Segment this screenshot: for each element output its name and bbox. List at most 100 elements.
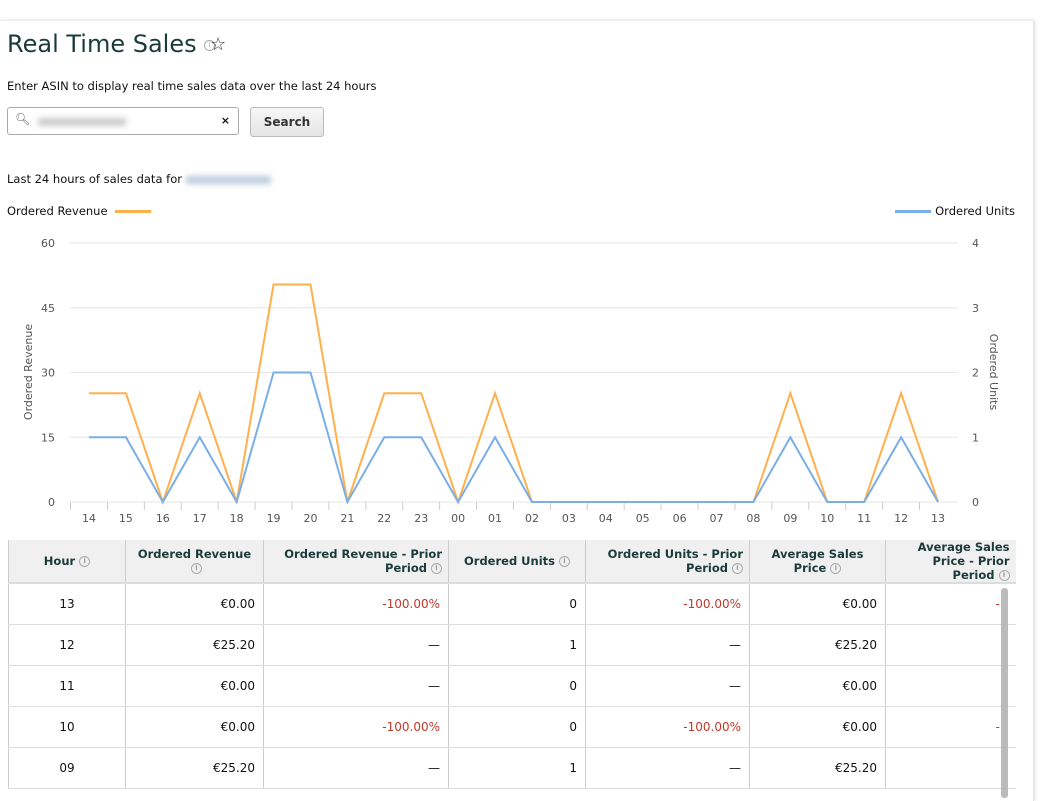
x-tick-label: 03 <box>562 512 576 525</box>
column-header[interactable]: Ordered Units i <box>448 540 586 584</box>
table-cell: 09 <box>8 747 126 789</box>
header-label: Hour <box>43 554 76 568</box>
table-cell: — <box>263 747 449 789</box>
x-tick-label: 23 <box>414 512 428 525</box>
table-cell: 0 <box>448 706 586 748</box>
table-row: 11 €0.00—0— €0.00 <box>8 665 1016 707</box>
table-cell: -100.00% <box>585 583 750 625</box>
table-cell: €0.00 <box>749 706 886 748</box>
header-label: Average Sales Price <box>771 547 864 575</box>
table-cell <box>885 747 1016 789</box>
y2-tick-label: 3 <box>972 302 979 315</box>
table-cell: -1 <box>885 583 1016 625</box>
table-cell: 1 <box>448 624 586 666</box>
table-cell: €25.20 <box>749 747 886 789</box>
table-cell: 13 <box>8 583 126 625</box>
x-tick-label: 10 <box>820 512 834 525</box>
x-tick-label: 08 <box>746 512 760 525</box>
table-cell: -100.00% <box>263 706 449 748</box>
y2-tick-label: 4 <box>972 237 979 250</box>
x-tick-label: 09 <box>783 512 797 525</box>
y-tick-label: 60 <box>41 237 55 250</box>
x-tick-label: 05 <box>636 512 650 525</box>
table-cell: €25.20 <box>125 624 264 666</box>
y2-tick-label: 2 <box>972 367 979 380</box>
x-tick-label: 19 <box>267 512 281 525</box>
column-header[interactable]: Ordered Units - Prior Period i <box>585 540 750 584</box>
info-icon[interactable]: i <box>998 570 1010 581</box>
y2-tick-label: 0 <box>972 496 979 509</box>
y-axis-label: Ordered Revenue <box>22 324 35 420</box>
table-row: 12 €25.20—1— €25.20 <box>8 624 1016 666</box>
table-cell: — <box>263 624 449 666</box>
x-tick-label: 01 <box>488 512 502 525</box>
x-tick-label: 02 <box>525 512 539 525</box>
y2-axis-label: Ordered Units <box>987 334 1000 411</box>
info-icon[interactable]: i <box>559 556 570 567</box>
info-icon[interactable]: i <box>79 556 91 567</box>
x-tick-label: 18 <box>230 512 244 525</box>
x-tick-label: 15 <box>119 512 133 525</box>
table-cell: -100.00% <box>585 706 750 748</box>
y2-tick-label: 1 <box>972 431 979 444</box>
table-scrollbar[interactable] <box>1001 588 1008 798</box>
column-header[interactable]: Hour i <box>8 540 126 584</box>
table-cell: €25.20 <box>749 624 886 666</box>
table-cell: €0.00 <box>749 583 886 625</box>
table-cell: — <box>585 747 750 789</box>
column-header[interactable]: Ordered Revenue i <box>125 540 264 584</box>
x-tick-label: 14 <box>82 512 96 525</box>
header-label: Average Sales Price - Prior Period <box>917 540 1010 582</box>
table-cell: 0 <box>448 665 586 707</box>
column-header[interactable]: Average Sales Price i <box>749 540 886 584</box>
header-label: Ordered Revenue <box>137 547 252 561</box>
x-tick-label: 20 <box>303 512 317 525</box>
x-tick-label: 07 <box>710 512 724 525</box>
header-label: Ordered Units <box>464 554 555 568</box>
y-tick-label: 0 <box>48 496 55 509</box>
table-cell <box>885 665 1016 707</box>
x-tick-label: 17 <box>193 512 207 525</box>
table-row: 09 €25.20—1— €25.20 <box>8 747 1016 789</box>
x-tick-label: 22 <box>377 512 391 525</box>
x-tick-label: 13 <box>931 512 945 525</box>
table-cell: 10 <box>8 706 126 748</box>
sales-table: Hour i Ordered Revenuei Ordered Revenue - P… <box>8 540 1016 789</box>
info-icon[interactable]: i <box>431 563 442 574</box>
table-cell: — <box>585 665 750 707</box>
x-tick-label: 12 <box>894 512 908 525</box>
sales-chart: 0153045600123414 15 16 17 18 19 20 21 22 23 00 01 02… <box>22 237 1000 525</box>
table-cell: €0.00 <box>749 665 886 707</box>
column-header[interactable]: Ordered Revenue - Prior Period i <box>263 540 449 584</box>
y-tick-label: 45 <box>41 302 55 315</box>
table-cell: — <box>585 624 750 666</box>
table-cell: €25.20 <box>125 747 264 789</box>
header-label: Ordered Units - Prior Period <box>607 547 743 575</box>
x-tick-label: 16 <box>156 512 170 525</box>
table-row: 10€0.00-100.00%0-100.00%€0.00-1 <box>8 706 1016 748</box>
info-icon[interactable]: i <box>830 563 842 574</box>
column-header[interactable]: Average Sales Price - Prior Period i <box>885 540 1016 584</box>
table-cell: — <box>263 665 449 707</box>
table-cell: 11 <box>8 665 126 707</box>
y-tick-label: 15 <box>41 431 55 444</box>
x-tick-label: 21 <box>340 512 354 525</box>
table-cell: 1 <box>448 747 586 789</box>
table-cell: €0.00 <box>125 706 264 748</box>
table-cell: 0 <box>448 583 586 625</box>
table-cell: -1 <box>885 706 1016 748</box>
x-tick-label: 11 <box>857 512 871 525</box>
table-cell <box>885 624 1016 666</box>
table-cell: -100.00% <box>263 583 449 625</box>
info-icon[interactable]: i <box>732 563 743 574</box>
info-icon[interactable]: i <box>191 563 202 574</box>
x-tick-label: 06 <box>673 512 687 525</box>
table-row: 13€0.00-100.00%0-100.00%€0.00-1 <box>8 583 1016 625</box>
y-tick-label: 30 <box>41 367 55 380</box>
x-tick-label: 04 <box>599 512 613 525</box>
x-tick-label: 00 <box>451 512 465 525</box>
table-cell: 12 <box>8 624 126 666</box>
table-cell: €0.00 <box>125 583 264 625</box>
table-cell: €0.00 <box>125 665 264 707</box>
header-label: Ordered Revenue - Prior Period <box>284 547 442 575</box>
